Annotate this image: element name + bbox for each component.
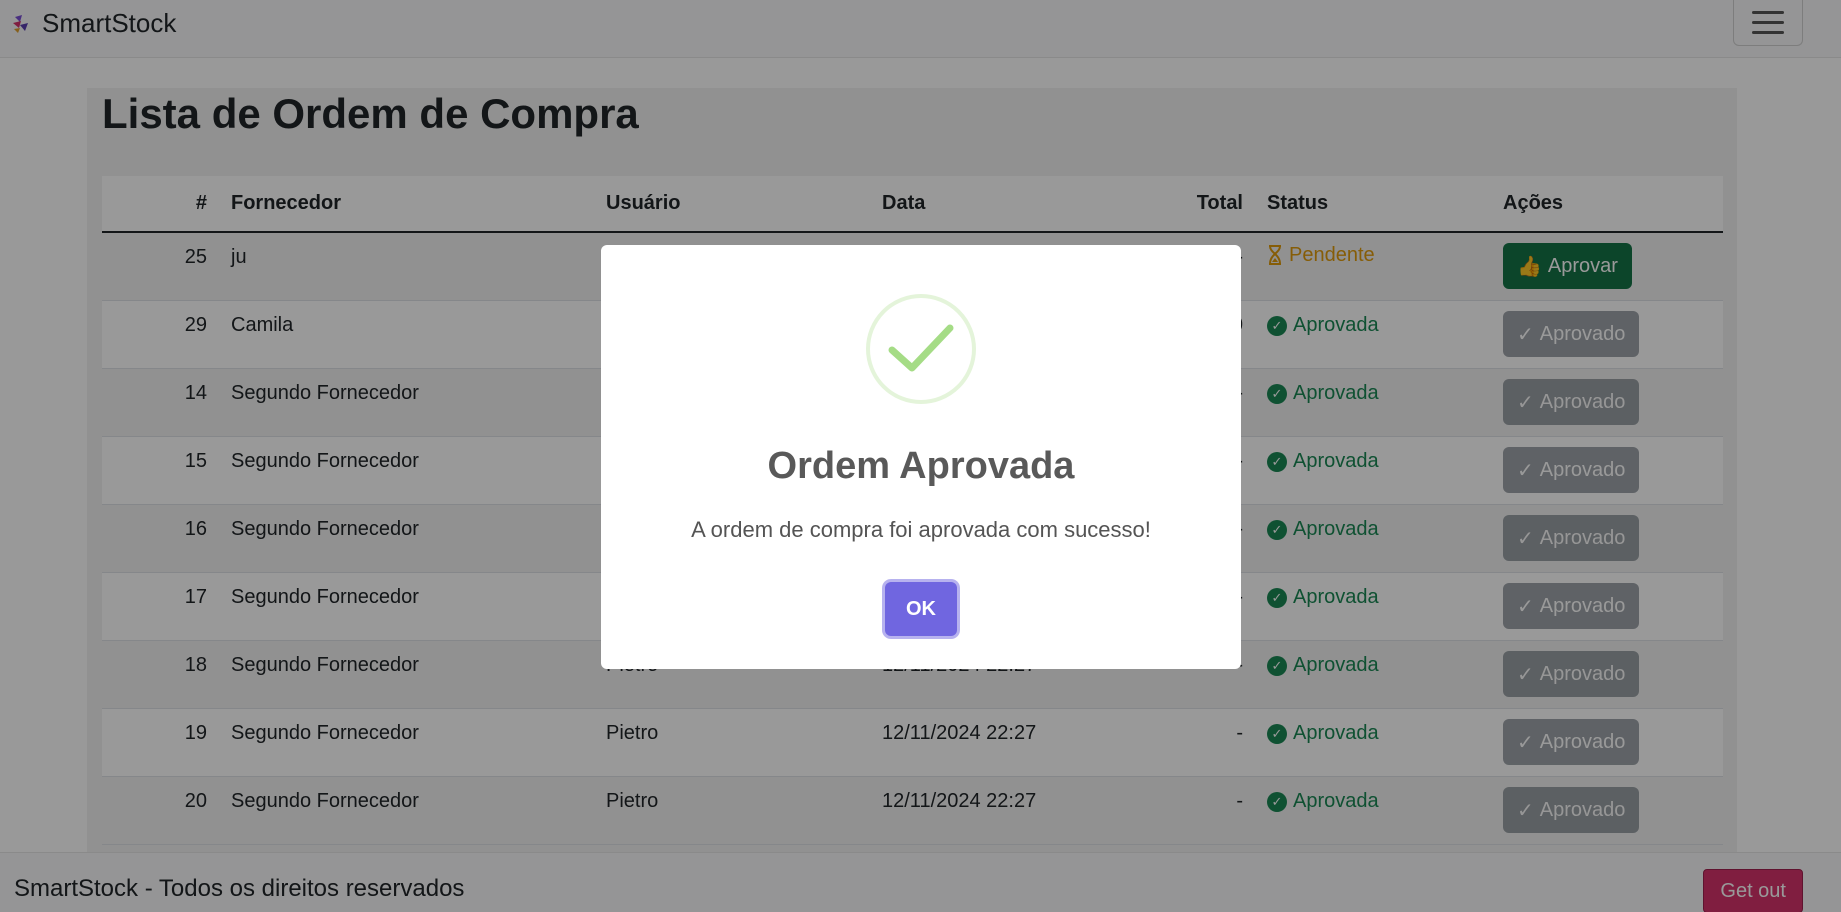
success-check-icon: [866, 294, 976, 404]
ok-button[interactable]: OK: [885, 582, 957, 636]
modal-title: Ordem Aprovada: [767, 445, 1075, 487]
success-modal: Ordem Aprovada A ordem de compra foi apr…: [601, 245, 1241, 669]
modal-text: A ordem de compra foi aprovada com suces…: [691, 517, 1151, 542]
